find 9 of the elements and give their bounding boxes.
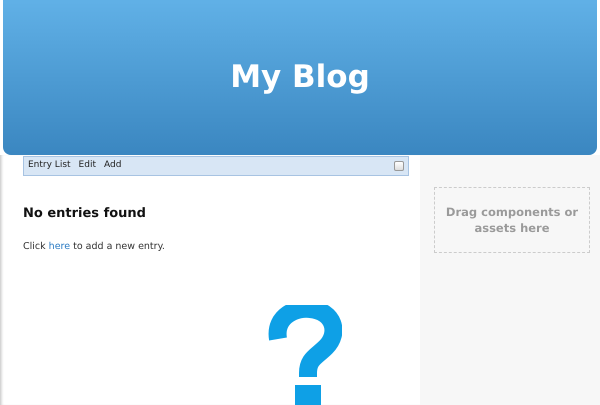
empty-heading: No entries found (23, 205, 147, 223)
toolbar-link[interactable]: Edit (78, 159, 96, 173)
question-mark-icon (268, 305, 342, 405)
blog-title: My Blog (230, 58, 370, 96)
here-link[interactable]: here (48, 240, 70, 252)
empty-message: Click here to add a new entry. (23, 240, 166, 254)
checkbox[interactable] (394, 161, 404, 171)
toolbar-link[interactable]: Add (104, 159, 122, 173)
toolbar-link[interactable]: Entry List (28, 159, 71, 173)
